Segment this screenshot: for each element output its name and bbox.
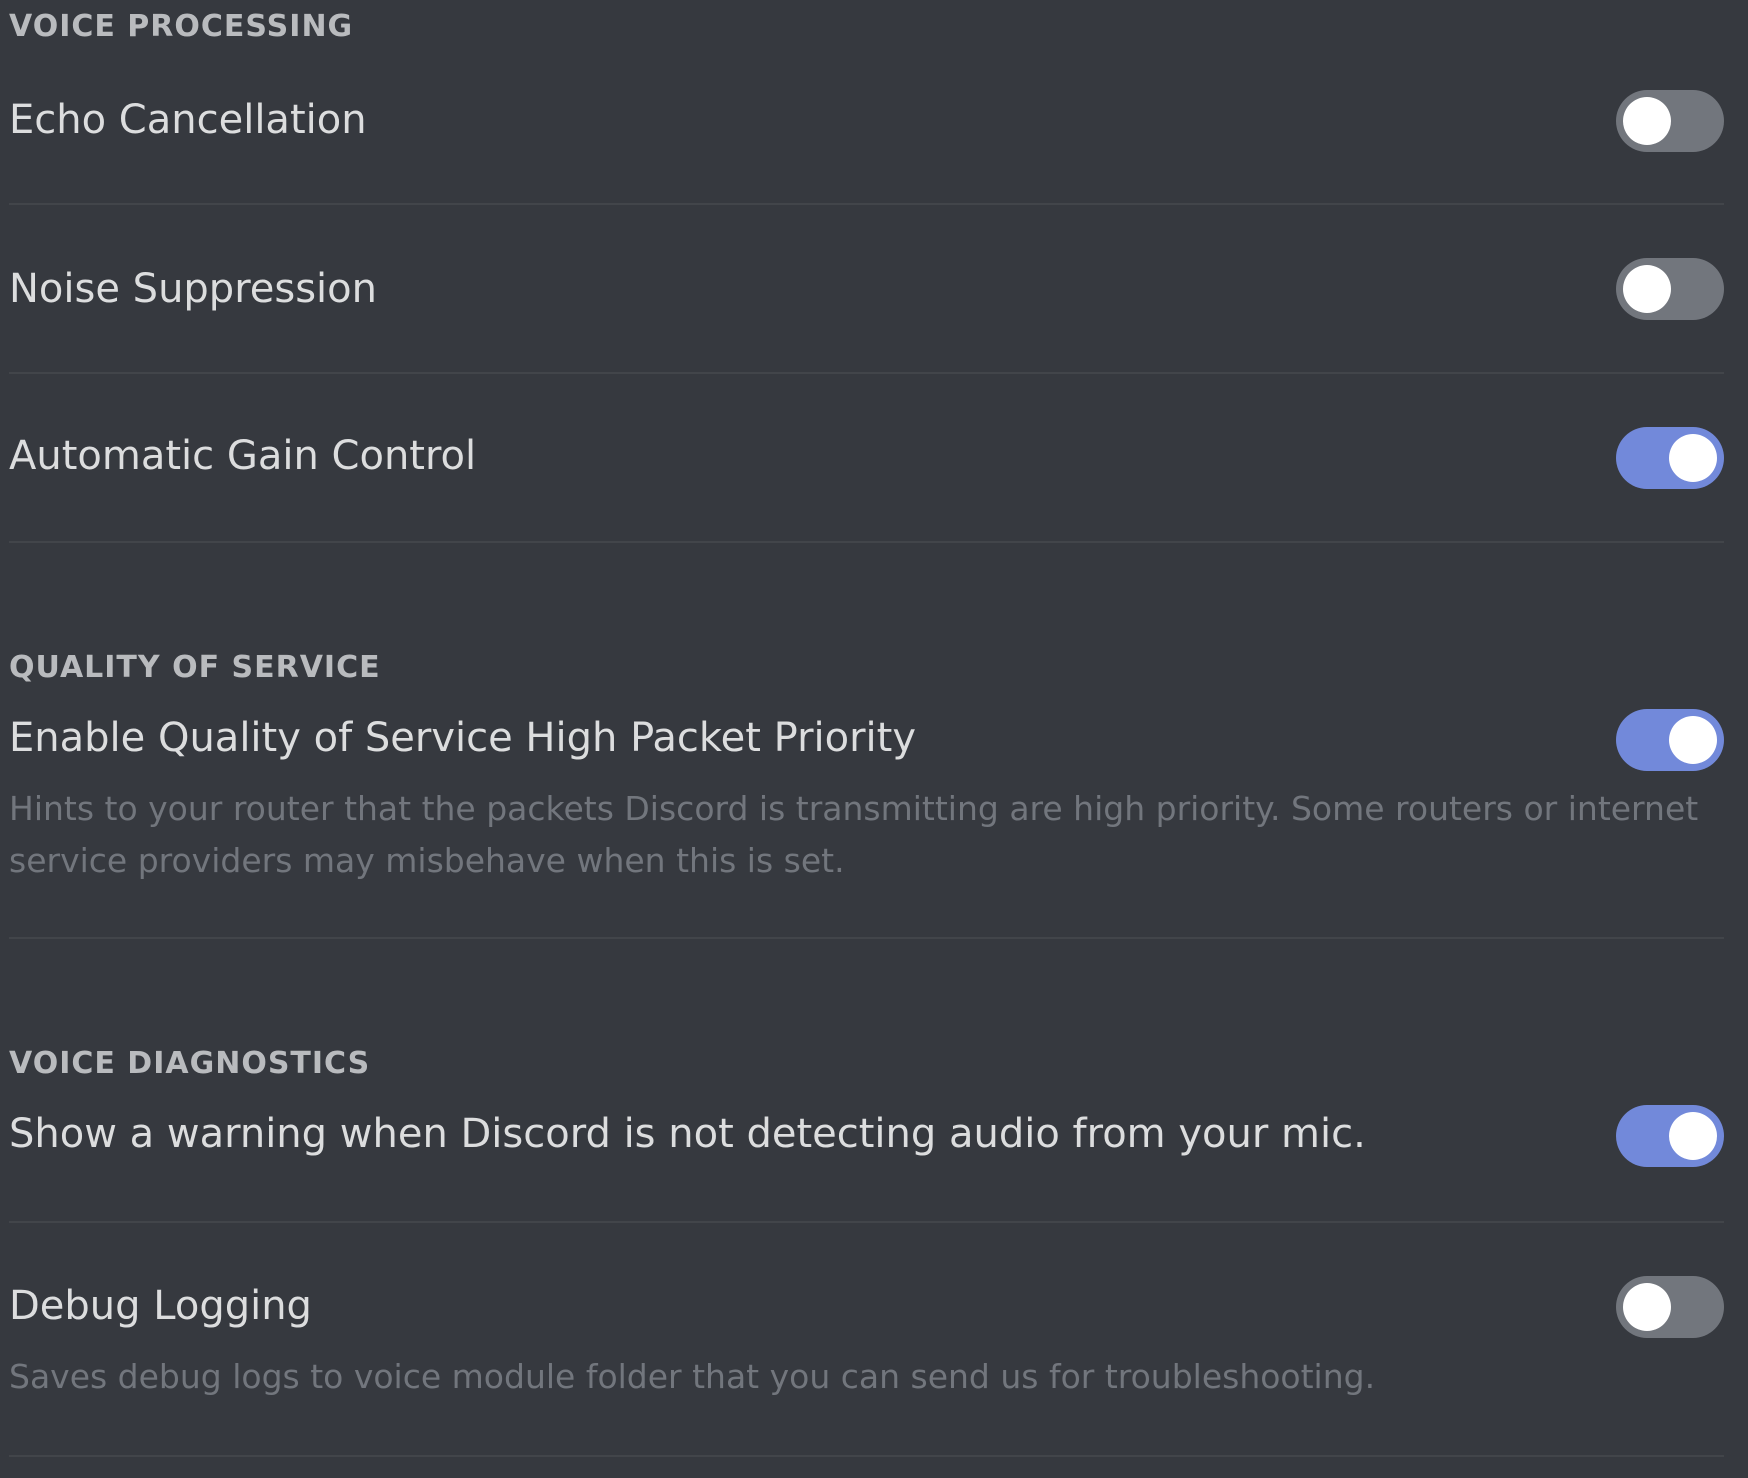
qos-description: Hints to your router that the packets Di… — [9, 789, 1699, 880]
divider — [9, 1455, 1724, 1457]
mic-warning-label: Show a warning when Discord is not detec… — [9, 1111, 1366, 1157]
qos-high-packet-priority-toggle[interactable] — [1616, 709, 1724, 771]
echo-cancellation-label: Echo Cancellation — [9, 97, 367, 143]
mic-warning-toggle[interactable] — [1616, 1105, 1724, 1167]
debug-logging-toggle[interactable] — [1616, 1276, 1724, 1338]
noise-suppression-label: Noise Suppression — [9, 266, 377, 312]
echo-cancellation-toggle[interactable] — [1616, 90, 1724, 152]
divider — [9, 937, 1724, 939]
divider — [9, 203, 1724, 205]
toggle-knob — [1623, 97, 1671, 145]
quality-of-service-header: QUALITY OF SERVICE — [9, 650, 381, 685]
divider — [9, 372, 1724, 374]
noise-suppression-toggle[interactable] — [1616, 258, 1724, 320]
toggle-knob — [1669, 716, 1717, 764]
debug-logging-label: Debug Logging — [9, 1283, 312, 1329]
toggle-knob — [1669, 1112, 1717, 1160]
voice-processing-header: VOICE PROCESSING — [9, 9, 354, 44]
voice-diagnostics-header: VOICE DIAGNOSTICS — [9, 1046, 371, 1081]
debug-logging-description: Saves debug logs to voice module folder … — [9, 1357, 1376, 1396]
automatic-gain-control-toggle[interactable] — [1616, 427, 1724, 489]
toggle-knob — [1623, 1283, 1671, 1331]
divider — [9, 541, 1724, 543]
automatic-gain-control-label: Automatic Gain Control — [9, 433, 477, 479]
divider — [9, 1221, 1724, 1223]
toggle-knob — [1623, 265, 1671, 313]
toggle-knob — [1669, 434, 1717, 482]
qos-high-packet-priority-label: Enable Quality of Service High Packet Pr… — [9, 715, 917, 761]
